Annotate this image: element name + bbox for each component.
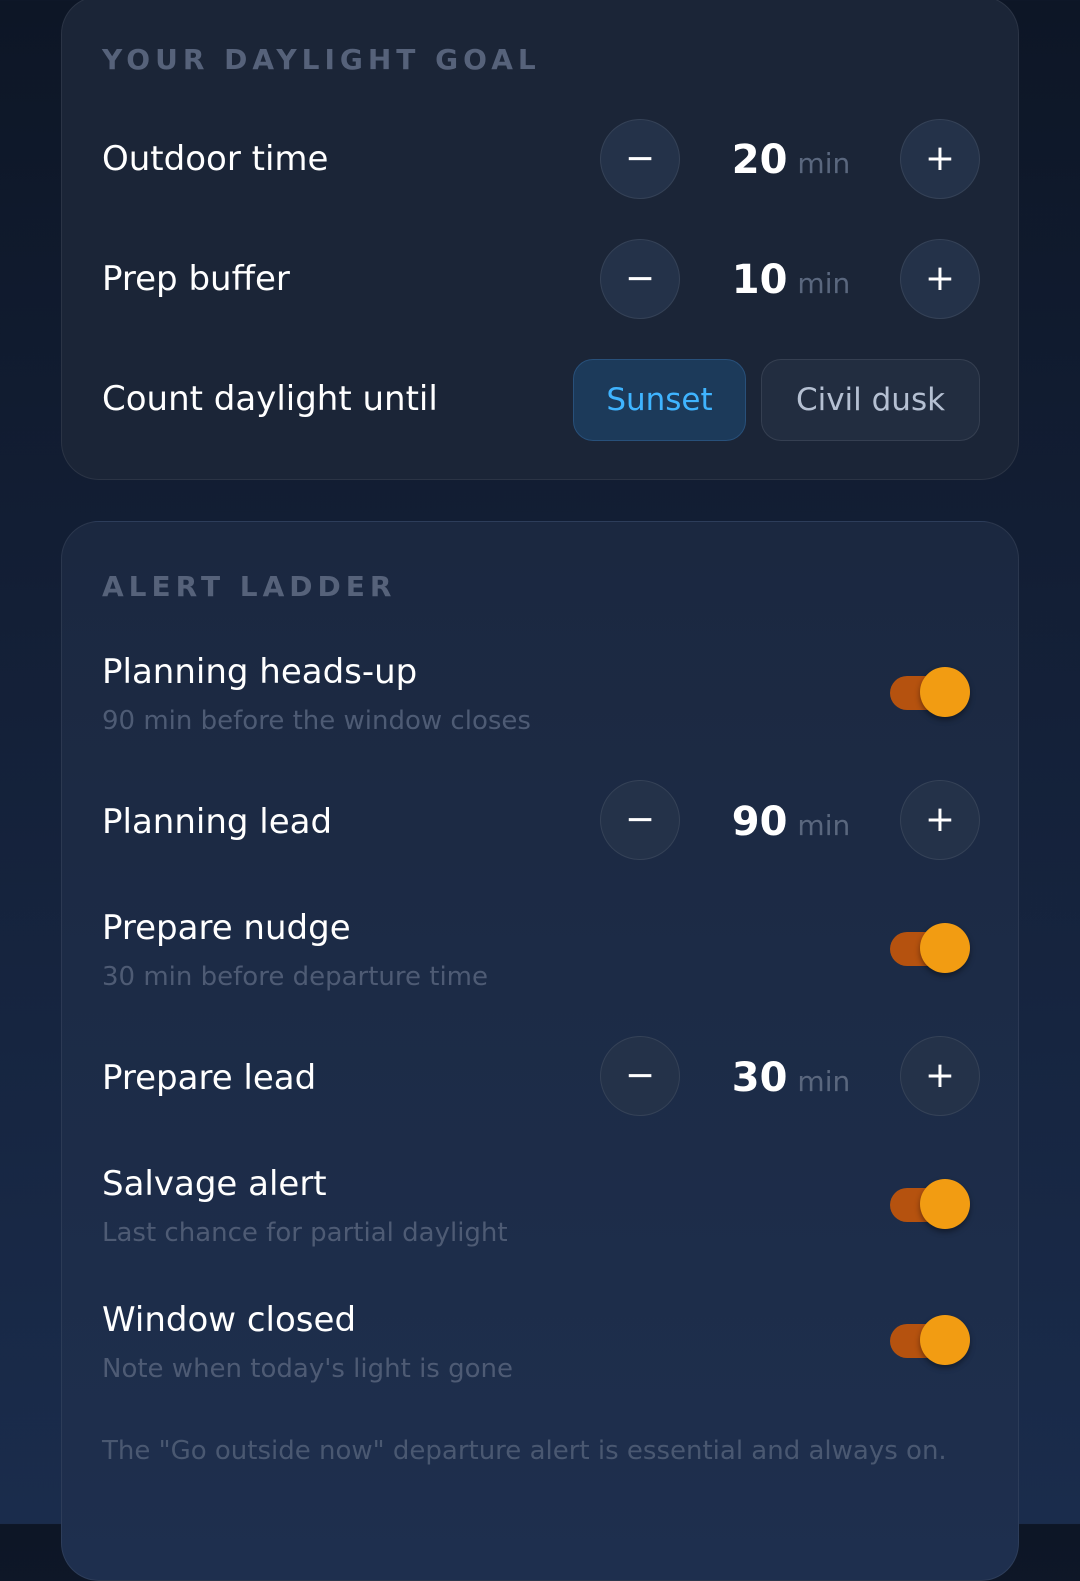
planning-lead-value: 90 min [702,799,880,845]
daylight-goal-card: YOUR DAYLIGHT GOAL Outdoor time − 20 min… [61,0,1019,480]
outdoor-time-value: 20 min [702,137,880,183]
minus-icon: − [624,138,656,179]
prepare-lead-decrease-button[interactable]: − [600,1036,680,1116]
planning-heads-up-label: Planning heads-up [102,652,418,692]
toggle-knob [920,667,970,717]
plus-icon: + [924,258,956,299]
planning-lead-label: Planning lead [102,802,333,842]
prep-buffer-increase-button[interactable]: + [900,239,980,319]
planning-heads-up-toggle[interactable] [890,667,970,717]
outdoor-time-label: Outdoor time [102,139,329,179]
minus-icon: − [624,799,656,840]
toggle-knob [920,1179,970,1229]
salvage-alert-label: Salvage alert [102,1164,327,1204]
minus-icon: − [624,258,656,299]
prepare-lead-label: Prepare lead [102,1058,317,1098]
salvage-alert-description: Last chance for partial daylight [102,1218,508,1248]
outdoor-time-number: 20 [731,137,788,183]
alert-ladder-card: ALERT LADDER Planning heads-up 90 min be… [61,521,1019,1581]
outdoor-time-decrease-button[interactable]: − [600,119,680,199]
prep-buffer-unit: min [797,267,851,300]
window-closed-description: Note when today's light is gone [102,1354,513,1384]
section-title-alert-ladder: ALERT LADDER [102,570,397,603]
planning-lead-increase-button[interactable]: + [900,780,980,860]
plus-icon: + [924,138,956,179]
prepare-lead-unit: min [797,1065,851,1098]
toggle-knob [920,923,970,973]
planning-lead-number: 90 [731,799,788,845]
prep-buffer-decrease-button[interactable]: − [600,239,680,319]
prepare-nudge-label: Prepare nudge [102,908,351,948]
plus-icon: + [924,1055,956,1096]
plus-icon: + [924,799,956,840]
planning-lead-decrease-button[interactable]: − [600,780,680,860]
outdoor-time-unit: min [797,147,851,180]
option-sunset-button[interactable]: Sunset [573,359,746,441]
salvage-alert-toggle[interactable] [890,1179,970,1229]
prep-buffer-label: Prep buffer [102,259,290,299]
window-closed-toggle[interactable] [890,1315,970,1365]
option-civil-dusk-button[interactable]: Civil dusk [761,359,980,441]
prep-buffer-number: 10 [731,257,788,303]
outdoor-time-increase-button[interactable]: + [900,119,980,199]
prepare-lead-increase-button[interactable]: + [900,1036,980,1116]
prep-buffer-value: 10 min [702,257,880,303]
planning-heads-up-description: 90 min before the window closes [102,706,531,736]
toggle-knob [920,1315,970,1365]
prepare-lead-value: 30 min [702,1055,880,1101]
section-title-daylight-goal: YOUR DAYLIGHT GOAL [102,43,541,76]
departure-alert-footnote: The "Go outside now" departure alert is … [102,1436,947,1466]
count-daylight-until-label: Count daylight until [102,379,438,419]
prepare-nudge-description: 30 min before departure time [102,962,489,992]
prepare-nudge-toggle[interactable] [890,923,970,973]
prepare-lead-number: 30 [731,1055,788,1101]
minus-icon: − [624,1055,656,1096]
planning-lead-unit: min [797,809,851,842]
window-closed-label: Window closed [102,1300,357,1340]
